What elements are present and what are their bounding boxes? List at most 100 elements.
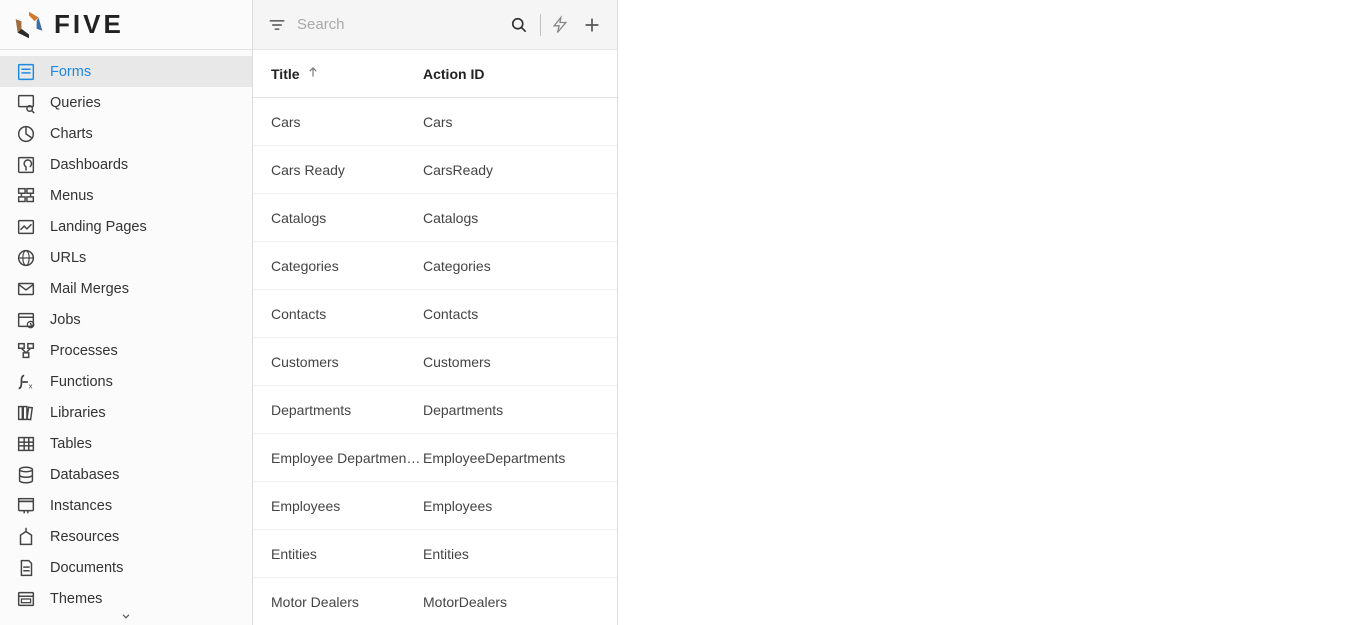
column-header-title[interactable]: Title xyxy=(253,65,423,82)
sidebar-item-label: Themes xyxy=(42,591,102,607)
table-row[interactable]: CarsCars xyxy=(253,98,617,146)
toolbar xyxy=(253,0,617,50)
lightning-icon xyxy=(550,15,570,35)
sidebar-item-landing-pages[interactable]: Landing Pages xyxy=(0,211,252,242)
cell-title: Customers xyxy=(253,354,423,370)
app-root: FIVE Forms Queries Charts Dashboards Menus La… xyxy=(0,0,1348,625)
cell-title: Employee Departmen… xyxy=(253,450,423,466)
table-row[interactable]: CatalogsCatalogs xyxy=(253,194,617,242)
cell-title: Catalogs xyxy=(253,210,423,226)
sidebar-item-libraries[interactable]: Libraries xyxy=(0,397,252,428)
table-body: CarsCarsCars ReadyCarsReadyCatalogsCatal… xyxy=(253,98,617,625)
sidebar-list: Forms Queries Charts Dashboards Menus Landing… xyxy=(0,50,252,607)
logo[interactable]: FIVE xyxy=(0,0,252,50)
cell-title: Employees xyxy=(253,498,423,514)
url-icon xyxy=(10,247,42,269)
cell-action-id: Entities xyxy=(423,546,617,562)
function-icon: x xyxy=(10,371,42,393)
list-panel: Title Action ID CarsCarsCars ReadyCarsRe… xyxy=(253,0,618,625)
column-header-action-id[interactable]: Action ID xyxy=(423,66,617,82)
search-button[interactable] xyxy=(504,10,534,40)
quick-action-button[interactable] xyxy=(545,10,575,40)
sidebar-expand-button[interactable] xyxy=(0,607,252,625)
detail-panel-empty xyxy=(618,0,1348,625)
table[interactable]: Title Action ID CarsCarsCars ReadyCarsRe… xyxy=(253,50,617,625)
sidebar-item-label: Dashboards xyxy=(42,157,128,173)
table-row[interactable]: Employee Departmen…EmployeeDepartments xyxy=(253,434,617,482)
cell-title: Motor Dealers xyxy=(253,594,423,610)
sidebar-item-label: Functions xyxy=(42,374,113,390)
table-row[interactable]: CustomersCustomers xyxy=(253,338,617,386)
cell-title: Cars xyxy=(253,114,423,130)
jobs-icon xyxy=(10,309,42,331)
sidebar-item-forms[interactable]: Forms xyxy=(0,56,252,87)
table-row[interactable]: CategoriesCategories xyxy=(253,242,617,290)
table-row[interactable]: DepartmentsDepartments xyxy=(253,386,617,434)
toolbar-divider xyxy=(540,14,541,36)
document-icon xyxy=(10,557,42,579)
table-row[interactable]: Motor DealersMotorDealers xyxy=(253,578,617,625)
sidebar-item-label: Instances xyxy=(42,498,112,514)
menu-icon xyxy=(10,185,42,207)
sidebar-item-databases[interactable]: Databases xyxy=(0,459,252,490)
sidebar-item-menus[interactable]: Menus xyxy=(0,180,252,211)
sidebar-item-label: Libraries xyxy=(42,405,106,421)
mail-icon xyxy=(10,278,42,300)
cell-title: Entities xyxy=(253,546,423,562)
cell-action-id: EmployeeDepartments xyxy=(423,450,617,466)
process-icon xyxy=(10,340,42,362)
sidebar-item-processes[interactable]: Processes xyxy=(0,335,252,366)
query-icon xyxy=(10,92,42,114)
logo-text: FIVE xyxy=(54,9,124,40)
filter-button[interactable] xyxy=(263,11,291,39)
dashboard-icon xyxy=(10,154,42,176)
landing-icon xyxy=(10,216,42,238)
sidebar-item-queries[interactable]: Queries xyxy=(0,87,252,118)
table-header: Title Action ID xyxy=(253,50,617,98)
chart-icon xyxy=(10,123,42,145)
sidebar-item-dashboards[interactable]: Dashboards xyxy=(0,149,252,180)
cell-action-id: Customers xyxy=(423,354,617,370)
sidebar-item-instances[interactable]: Instances xyxy=(0,490,252,521)
sidebar-item-label: Resources xyxy=(42,529,119,545)
library-icon xyxy=(10,402,42,424)
search-input[interactable] xyxy=(293,12,502,37)
cell-action-id: Cars xyxy=(423,114,617,130)
sidebar-item-functions[interactable]: x Functions xyxy=(0,366,252,397)
sidebar-item-label: Databases xyxy=(42,467,119,483)
table-row[interactable]: EmployeesEmployees xyxy=(253,482,617,530)
sidebar-item-label: Forms xyxy=(42,64,91,80)
cell-action-id: CarsReady xyxy=(423,162,617,178)
table-row[interactable]: EntitiesEntities xyxy=(253,530,617,578)
cell-action-id: Categories xyxy=(423,258,617,274)
sidebar: FIVE Forms Queries Charts Dashboards Menus La… xyxy=(0,0,253,625)
add-button[interactable] xyxy=(577,10,607,40)
sidebar-item-documents[interactable]: Documents xyxy=(0,552,252,583)
table-icon xyxy=(10,433,42,455)
table-row[interactable]: Cars ReadyCarsReady xyxy=(253,146,617,194)
sidebar-item-label: Tables xyxy=(42,436,92,452)
sidebar-item-charts[interactable]: Charts xyxy=(0,118,252,149)
sidebar-item-resources[interactable]: Resources xyxy=(0,521,252,552)
column-header-title-label: Title xyxy=(271,66,300,82)
sidebar-item-themes[interactable]: Themes xyxy=(0,583,252,607)
sidebar-item-urls[interactable]: URLs xyxy=(0,242,252,273)
search-icon xyxy=(509,15,529,35)
svg-text:x: x xyxy=(29,381,33,390)
cell-action-id: Contacts xyxy=(423,306,617,322)
filter-icon xyxy=(267,15,287,35)
sort-ascending-icon xyxy=(306,65,320,82)
cell-title: Categories xyxy=(253,258,423,274)
resource-icon xyxy=(10,526,42,548)
sidebar-item-tables[interactable]: Tables xyxy=(0,428,252,459)
sidebar-item-label: Queries xyxy=(42,95,101,111)
sidebar-item-mail-merges[interactable]: Mail Merges xyxy=(0,273,252,304)
sidebar-item-label: Menus xyxy=(42,188,94,204)
table-row[interactable]: ContactsContacts xyxy=(253,290,617,338)
sidebar-item-label: Landing Pages xyxy=(42,219,147,235)
sidebar-item-jobs[interactable]: Jobs xyxy=(0,304,252,335)
cell-action-id: Employees xyxy=(423,498,617,514)
sidebar-item-label: Jobs xyxy=(42,312,81,328)
cell-action-id: Departments xyxy=(423,402,617,418)
cell-title: Contacts xyxy=(253,306,423,322)
